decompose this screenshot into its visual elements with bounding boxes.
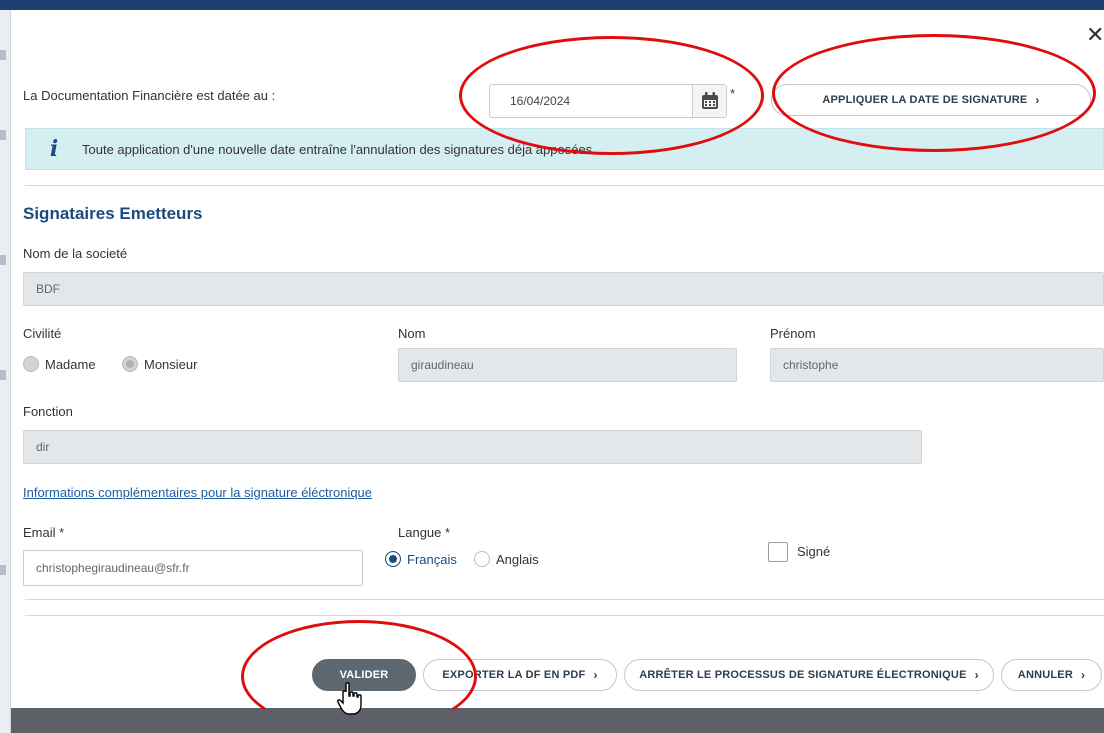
language-anglais-label: Anglais	[496, 551, 539, 567]
function-label: Fonction	[23, 404, 73, 419]
divider	[25, 599, 1104, 600]
modal-backdrop	[11, 708, 1104, 733]
civility-madame-label: Madame	[45, 356, 96, 372]
language-label: Langue *	[398, 525, 451, 540]
stop-button-label: ARRÊTER LE PROCESSUS DE SIGNATURE ÉLECTR…	[639, 669, 967, 681]
language-francais-label: Français	[407, 551, 457, 567]
cancel-button-label: ANNULER	[1017, 669, 1073, 681]
last-name-field[interactable]: giraudineau	[398, 348, 737, 382]
chevron-right-icon: ›	[593, 668, 598, 682]
date-label: La Documentation Financière est datée au…	[23, 88, 276, 103]
section-title: Signataires Emetteurs	[23, 204, 203, 223]
chevron-right-icon: ›	[1035, 93, 1040, 107]
date-field[interactable]: 16/04/2024	[489, 84, 727, 118]
apply-signature-date-button[interactable]: APPLIQUER LA DATE DE SIGNATURE ›	[771, 84, 1091, 116]
radio-selected[interactable]	[122, 356, 138, 372]
hand-pointer-icon	[336, 682, 366, 721]
close-icon[interactable]: ✕	[1086, 24, 1104, 48]
stop-esignature-button[interactable]: ARRÊTER LE PROCESSUS DE SIGNATURE ÉLECTR…	[624, 659, 994, 691]
email-label: Email *	[23, 525, 65, 540]
company-field[interactable]: BDF	[23, 272, 1104, 306]
signed-label: Signé	[797, 544, 831, 559]
civility-monsieur-label: Monsieur	[144, 356, 198, 372]
function-field[interactable]: dir	[23, 430, 922, 464]
info-banner: i Toute application d'une nouvelle date …	[25, 128, 1104, 170]
civility-option-monsieur[interactable]: Monsieur	[122, 356, 197, 372]
email-field[interactable]: christophegiraudineau@sfr.fr	[23, 550, 363, 586]
divider	[25, 185, 1104, 186]
radio-unselected[interactable]	[474, 551, 490, 567]
app-header-strip	[0, 0, 1104, 10]
export-pdf-button[interactable]: EXPORTER LA DF EN PDF ›	[423, 659, 617, 691]
company-label: Nom de la societé	[23, 246, 128, 261]
export-button-label: EXPORTER LA DF EN PDF	[442, 669, 586, 681]
last-name-label: Nom	[398, 326, 426, 341]
info-icon: i	[49, 136, 59, 162]
civility-label: Civilité	[23, 326, 62, 341]
language-option-anglais[interactable]: Anglais	[474, 551, 539, 567]
first-name-label: Prénom	[770, 326, 816, 341]
info-complementary-link[interactable]: Informations complémentaires pour la sig…	[23, 485, 372, 500]
signed-checkbox[interactable]	[768, 542, 788, 562]
signature-dialog: ✕ La Documentation Financière est datée …	[11, 10, 1104, 708]
background-page	[0, 10, 11, 733]
validate-button-label: VALIDER	[339, 669, 389, 681]
calendar-icon[interactable]	[692, 85, 726, 117]
cancel-button[interactable]: ANNULER ›	[1001, 659, 1102, 691]
date-value[interactable]: 16/04/2024	[490, 94, 692, 108]
chevron-right-icon: ›	[974, 668, 979, 682]
radio-unselected[interactable]	[23, 356, 39, 372]
radio-selected[interactable]	[385, 551, 401, 567]
first-name-field[interactable]: christophe	[770, 348, 1104, 382]
divider	[25, 615, 1104, 616]
apply-button-label: APPLIQUER LA DATE DE SIGNATURE	[822, 94, 1028, 106]
language-option-francais[interactable]: Français	[385, 551, 457, 567]
chevron-right-icon: ›	[1080, 668, 1086, 682]
required-mark: *	[730, 86, 736, 101]
civility-option-madame[interactable]: Madame	[23, 356, 96, 372]
info-message: Toute application d'une nouvelle date en…	[82, 141, 593, 157]
